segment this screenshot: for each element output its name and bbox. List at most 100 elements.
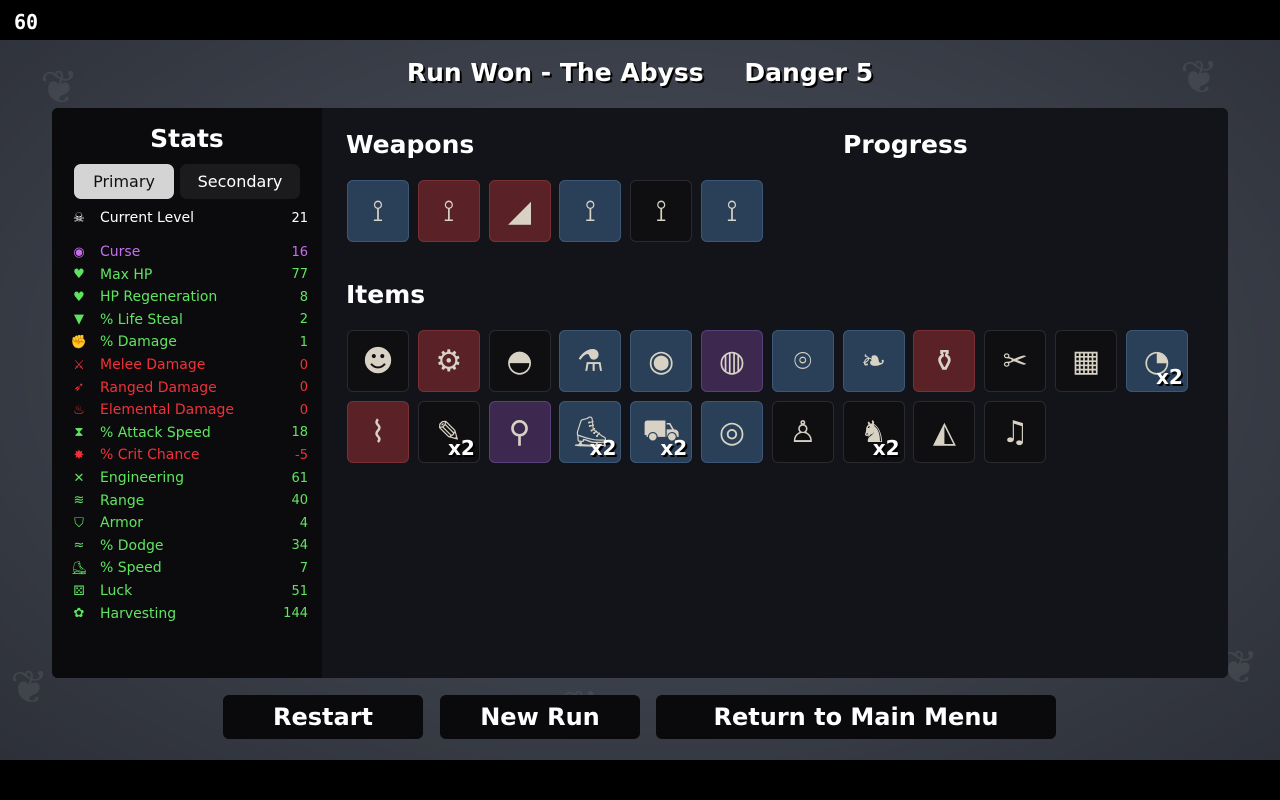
restart-button[interactable]: Restart bbox=[223, 695, 423, 739]
stat-value: 18 bbox=[291, 425, 308, 441]
miner-helmet-icon: ☻ bbox=[362, 343, 394, 379]
inventory-slot[interactable]: ✂ bbox=[984, 330, 1047, 392]
sword-icon: ⚔ bbox=[73, 357, 85, 373]
inventory-slot[interactable]: ✎ x2 bbox=[417, 401, 480, 463]
stat-row: ♥ HP Regeneration 8 bbox=[70, 286, 308, 308]
inventory-slot[interactable]: ◔ x2 bbox=[1125, 330, 1188, 392]
stat-value: 16 bbox=[291, 244, 308, 260]
range-wave-icon: ≋ bbox=[73, 493, 85, 509]
stat-value: 2 bbox=[299, 312, 308, 328]
inventory-slot[interactable]: ⟟ bbox=[630, 180, 693, 242]
weapons-heading: Weapons bbox=[346, 130, 475, 159]
inventory-slot[interactable]: ◭ bbox=[913, 401, 976, 463]
stat-value: 0 bbox=[299, 357, 308, 373]
chain-ring-icon: ◎ bbox=[718, 414, 746, 450]
stat-value: -5 bbox=[295, 447, 308, 463]
stat-row: ➶ Ranged Damage 0 bbox=[70, 377, 308, 399]
blaster-icon: ◢ bbox=[508, 193, 532, 229]
stat-label: Max HP bbox=[100, 266, 153, 283]
stat-row: ⛉ Armor 4 bbox=[70, 512, 308, 534]
stat-label: Elemental Damage bbox=[100, 402, 234, 419]
tab-secondary[interactable]: Secondary bbox=[180, 164, 300, 199]
quantity-badge: x2 bbox=[660, 436, 688, 460]
inventory-slot[interactable]: ⟟ bbox=[559, 180, 622, 242]
spyglass-icon: ⌾ bbox=[793, 343, 812, 379]
inventory-slot[interactable]: ⚲ bbox=[488, 401, 551, 463]
wheat-icon: ✿ bbox=[73, 606, 85, 622]
inventory-slot[interactable]: ⟟ bbox=[347, 180, 409, 242]
muscle-icon: ✊ bbox=[70, 334, 88, 350]
stat-value: 34 bbox=[291, 538, 308, 554]
tab-primary[interactable]: Primary bbox=[74, 164, 174, 199]
stat-value: 0 bbox=[299, 380, 308, 396]
stat-label: Engineering bbox=[100, 470, 184, 486]
stat-value: 1 bbox=[299, 334, 308, 350]
inventory-slot[interactable]: ⟟ bbox=[417, 180, 480, 242]
inventory-slot[interactable]: ⚱ bbox=[913, 330, 976, 392]
main-menu-button[interactable]: Return to Main Menu bbox=[656, 695, 1056, 739]
stat-label: % Crit Chance bbox=[100, 447, 200, 464]
inventory-slot[interactable]: ▦ bbox=[1055, 330, 1117, 392]
quantity-badge: x2 bbox=[589, 436, 617, 460]
inventory-slot[interactable]: ◉ bbox=[630, 330, 693, 392]
curse-eye-icon: ◉ bbox=[73, 244, 85, 260]
regen-heart-icon: ♥ bbox=[73, 289, 85, 305]
slingshot-icon: ⟟ bbox=[726, 193, 738, 229]
stat-value: 77 bbox=[291, 267, 308, 283]
inventory-slot[interactable]: ◓ bbox=[488, 330, 551, 392]
run-result-label: Run Won - The Abyss bbox=[406, 58, 704, 87]
inventory-slot[interactable]: ❧ bbox=[842, 330, 905, 392]
stat-row: ◉ Curse 16 bbox=[70, 241, 308, 263]
slingshot-icon: ⟟ bbox=[372, 193, 384, 229]
new-run-button[interactable]: New Run bbox=[440, 695, 640, 739]
inventory-slot[interactable]: ⚙ bbox=[417, 330, 480, 392]
inventory-slot[interactable]: ⛟ x2 bbox=[630, 401, 693, 463]
stat-value: 51 bbox=[291, 583, 308, 599]
stat-value: 8 bbox=[299, 289, 308, 305]
tooth-icon: ♙ bbox=[789, 414, 817, 450]
inventory-slot[interactable]: ☻ bbox=[347, 330, 409, 392]
progress-heading: Progress bbox=[843, 130, 968, 159]
cake-slice-icon: ◭ bbox=[932, 414, 956, 450]
stat-row: ✸ % Crit Chance -5 bbox=[70, 444, 308, 466]
dodge-wind-icon: ≈ bbox=[73, 538, 85, 554]
wrench-cross-icon: ✕ bbox=[73, 470, 85, 486]
inventory-slot[interactable]: ⌇ bbox=[347, 401, 409, 463]
inventory-slot[interactable]: ⛸ x2 bbox=[559, 401, 622, 463]
slingshot-icon: ⟟ bbox=[655, 193, 667, 229]
stat-label: Ranged Damage bbox=[100, 379, 217, 396]
quantity-badge: x2 bbox=[447, 436, 475, 460]
stat-value: 7 bbox=[299, 560, 308, 576]
inventory-slot[interactable]: ◎ bbox=[701, 401, 763, 463]
inventory-slot[interactable]: ⟟ bbox=[701, 180, 763, 242]
horn-icon: ♫ bbox=[1001, 414, 1029, 450]
stat-row: ⧗ % Attack Speed 18 bbox=[70, 422, 308, 444]
blood-vial-icon: ⚱ bbox=[931, 343, 957, 379]
inventory-slot[interactable]: ◢ bbox=[488, 180, 551, 242]
inventory-slot[interactable]: ♙ bbox=[771, 401, 834, 463]
heart-icon: ♥ bbox=[73, 267, 85, 283]
inventory-slot[interactable]: ⌾ bbox=[771, 330, 834, 392]
stat-label: Current Level bbox=[100, 210, 194, 226]
quantity-badge: x2 bbox=[1155, 365, 1183, 389]
stat-row: ⚔ Melee Damage 0 bbox=[70, 354, 308, 376]
stat-value: 144 bbox=[283, 606, 308, 622]
leech-icon: ❧ bbox=[861, 343, 887, 379]
shield-icon: ⛉ bbox=[74, 515, 84, 531]
inventory-slot[interactable]: ◍ bbox=[701, 330, 763, 392]
run-summary-title: Run Won - The Abyss Danger 5 bbox=[0, 58, 1280, 87]
boot-icon: ⛸ bbox=[70, 560, 88, 576]
inventory-slot[interactable]: ⚗ bbox=[559, 330, 622, 392]
flannel-shirt-icon: ▦ bbox=[1071, 343, 1101, 379]
helmet-icon: ◓ bbox=[506, 343, 533, 379]
inventory-slot[interactable]: ♫ bbox=[984, 401, 1047, 463]
inventory-slot[interactable]: ♞ x2 bbox=[842, 401, 905, 463]
stats-tabs: Primary Secondary bbox=[74, 164, 300, 199]
hourglass-icon: ⧗ bbox=[74, 425, 84, 441]
stat-label: % Attack Speed bbox=[100, 424, 211, 441]
fangs-icon: ▼ bbox=[74, 312, 84, 328]
stat-label: % Dodge bbox=[100, 537, 164, 554]
stat-row: ≋ Range 40 bbox=[70, 490, 308, 512]
stat-row: ▼ % Life Steal 2 bbox=[70, 309, 308, 331]
stat-row: ⚄ Luck 51 bbox=[70, 580, 308, 602]
